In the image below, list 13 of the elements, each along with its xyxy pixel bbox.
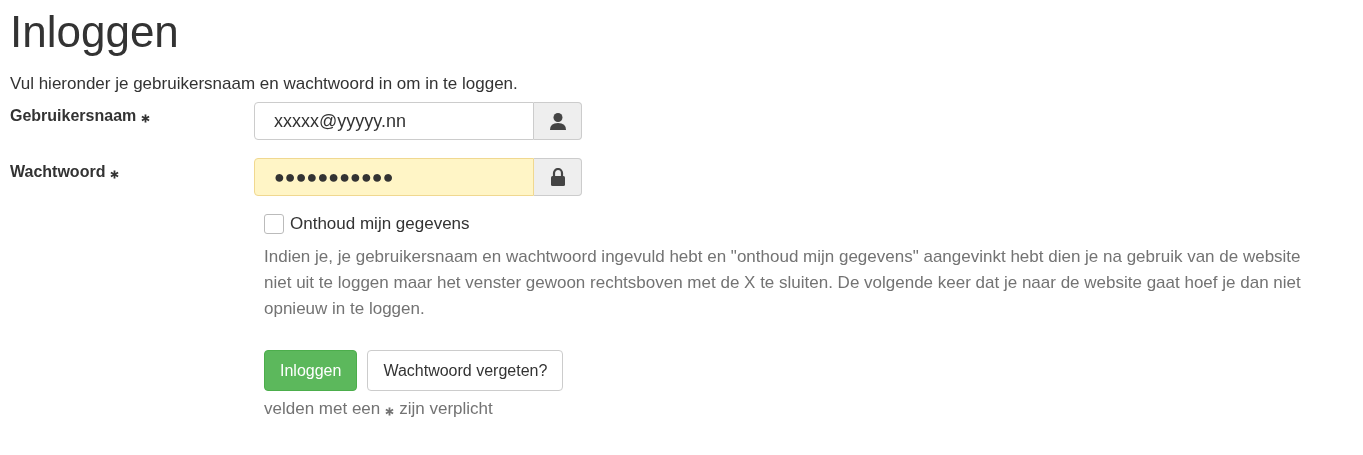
field-label: Gebruikersnaam	[10, 107, 137, 126]
required-icon	[385, 406, 395, 416]
note-text: velden met een	[264, 399, 381, 420]
note-text: zijn verplicht	[399, 399, 493, 420]
lock-icon	[549, 168, 566, 187]
intro-text: Vul hieronder je gebruikersnaam en wachtwoord in om in te loggen.	[10, 74, 519, 95]
user-icon	[548, 112, 567, 131]
checkbox-label[interactable]: Onthoud mijn gegevens	[290, 214, 470, 235]
page-title: Inloggen	[10, 8, 180, 57]
help-text: Indien je, je gebruikersnaam en wachtwoord ingevuld hebt en "onthoud mijn gegevens" aangevinkt hebt dien je na gebruik van de website niet uit te loggen maar het venster gewoon rechtsboven met de X te sluiten. De volgende keer dat je naar de website gaat hoef je dan niet opnieuw in te loggen.	[264, 246, 1302, 321]
checkbox[interactable]	[264, 214, 284, 235]
forgot-password-button[interactable]: Wachtwoord vergeten?	[367, 350, 564, 392]
field-label: Wachtwoord	[10, 163, 106, 182]
